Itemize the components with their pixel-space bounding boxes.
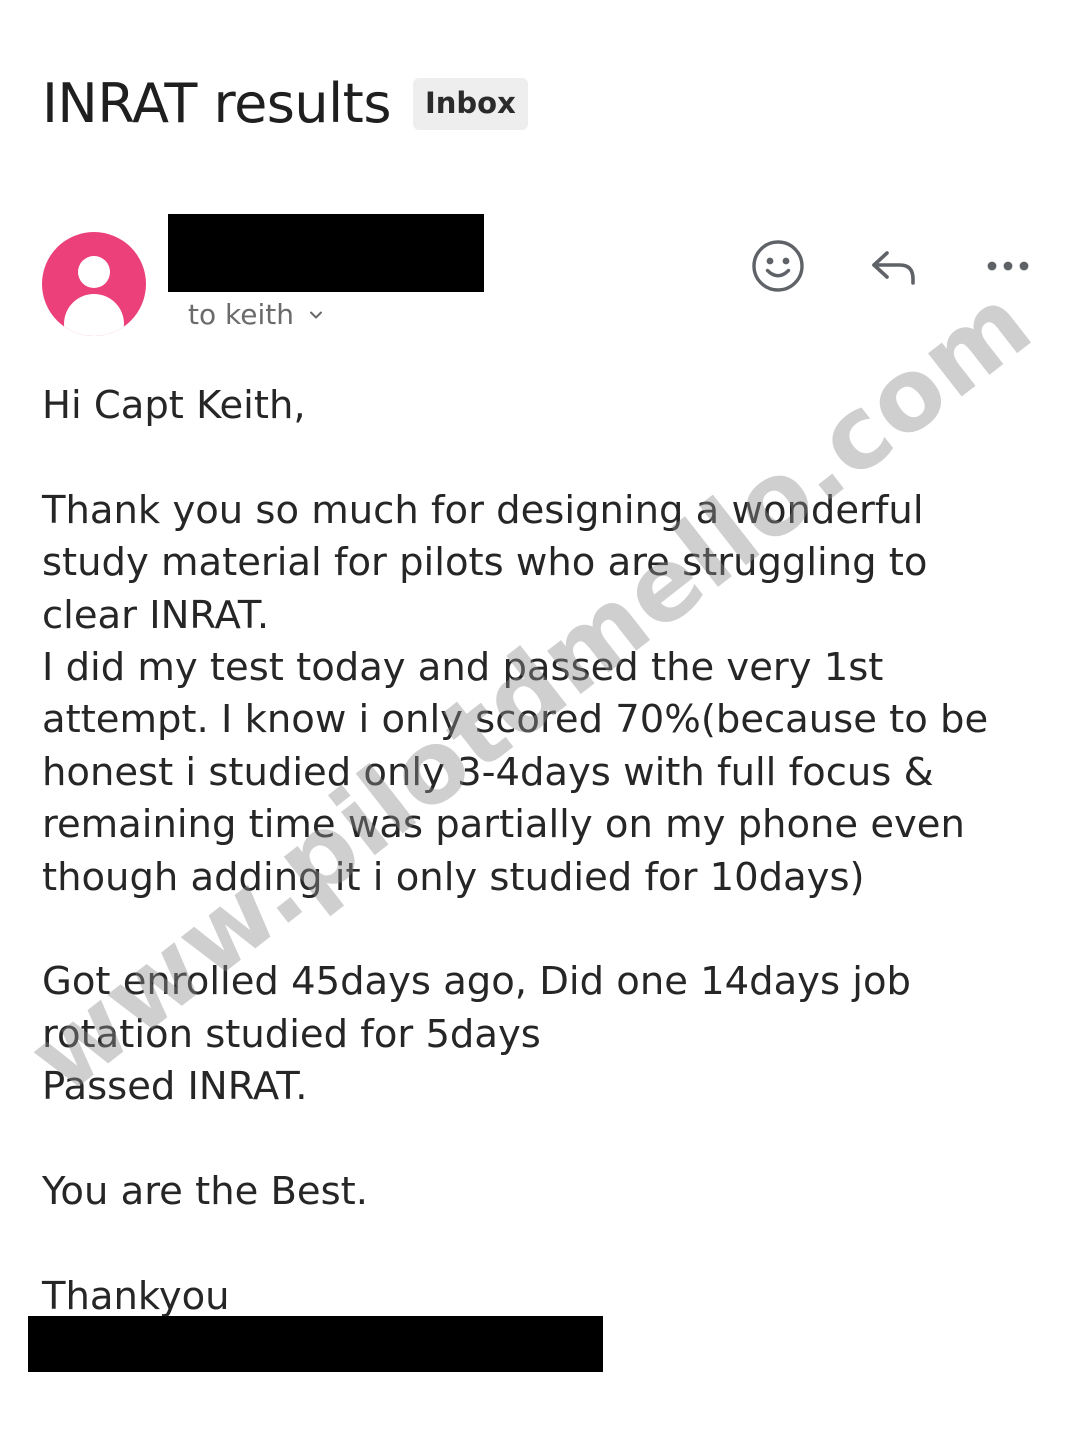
- body-paragraph-3: You are the Best.: [42, 1169, 369, 1215]
- reply-button[interactable]: [864, 236, 924, 296]
- email-body: Hi Capt Keith, Thank you so much for des…: [42, 380, 1042, 1323]
- message-actions: [748, 236, 1038, 296]
- body-paragraph-1: Thank you so much for designing a wonder…: [42, 487, 989, 900]
- recipient-text: to keith: [188, 298, 294, 331]
- recipient-details-toggle[interactable]: to keith: [188, 298, 324, 331]
- more-dots-icon: [987, 261, 1029, 271]
- signature-redacted: [28, 1316, 603, 1372]
- greeting: Hi Capt Keith,: [42, 383, 306, 428]
- reply-arrow-icon: [872, 251, 915, 285]
- email-header: INRAT results Inbox: [42, 72, 528, 135]
- avatar-body: [64, 294, 124, 336]
- sender-avatar[interactable]: [42, 232, 146, 336]
- chevron-down-icon: [309, 311, 322, 318]
- smiley-face-icon: [752, 240, 804, 292]
- inbox-label-badge[interactable]: Inbox: [412, 77, 528, 130]
- body-paragraph-2: Got enrolled 45days ago, Did one 14days …: [42, 959, 911, 1110]
- sender-name-redacted: [168, 214, 484, 292]
- more-options-button[interactable]: [978, 236, 1038, 296]
- email-subject: INRAT results: [42, 72, 391, 135]
- add-reaction-button[interactable]: [748, 236, 808, 296]
- avatar-head: [78, 256, 110, 288]
